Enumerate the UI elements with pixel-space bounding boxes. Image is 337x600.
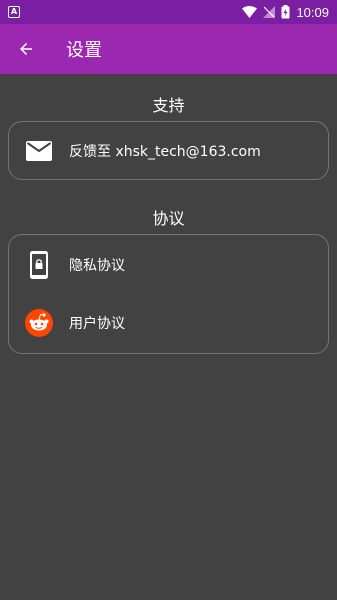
toolbar: 设置 [0,24,337,74]
icon-container [9,251,69,279]
privacy-policy-label: 隐私协议 [69,258,125,274]
wifi-icon [242,6,258,18]
icon-container [9,309,69,337]
agreement-section-title: 协议 [152,209,185,228]
feedback-label: 反馈至 xhsk_tech@163.com [69,144,261,160]
back-button[interactable] [0,24,52,74]
reddit-icon [25,309,53,337]
privacy-policy-item[interactable]: 隐私协议 [9,236,328,294]
support-section-title: 支持 [152,96,185,115]
user-agreement-label: 用户协议 [69,316,125,332]
support-card: 反馈至 xhsk_tech@163.com [8,121,329,180]
user-agreement-item[interactable]: 用户协议 [9,294,328,352]
email-icon [26,141,52,161]
arrow-back-icon [20,43,32,55]
page-title: 设置 [66,40,102,61]
agreement-card: 隐私协议 用户协议 [8,234,329,354]
clock: 10:09 [296,4,329,20]
phone-lock-icon [30,251,48,279]
signal-icon [263,6,276,18]
status-bar: A 10:09 [0,0,337,24]
icon-container [9,141,69,161]
battery-icon [281,5,290,19]
feedback-email-item[interactable]: 反馈至 xhsk_tech@163.com [9,122,328,180]
app-notification-icon: A [8,6,20,18]
